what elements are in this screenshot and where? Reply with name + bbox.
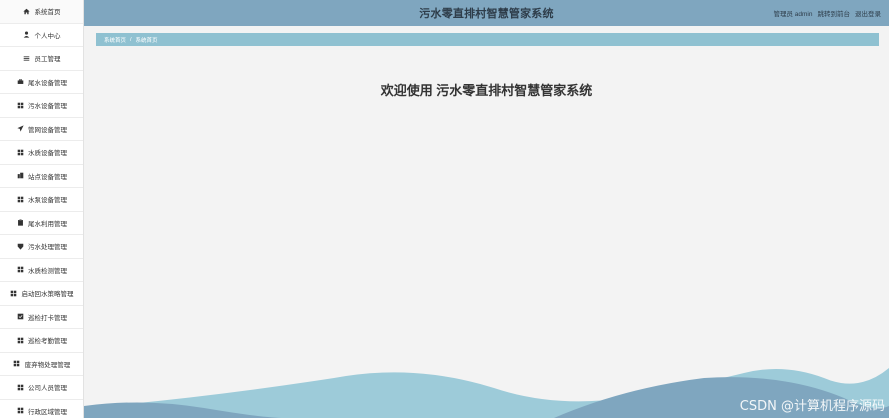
grid-icon bbox=[10, 289, 18, 297]
grid-icon bbox=[16, 101, 24, 109]
sidebar-item-pipe-device[interactable]: 管网设备管理 bbox=[0, 118, 83, 141]
sidebar-item-water-testing[interactable]: 水质检测管理 bbox=[0, 259, 83, 282]
sidebar-item-label: 启动回水策略管理 bbox=[21, 291, 74, 299]
sidebar-item-label: 水质检测管理 bbox=[28, 267, 67, 275]
grid-icon bbox=[16, 383, 24, 391]
sidebar-item-patrol-checkin[interactable]: 巡检打卡管理 bbox=[0, 306, 83, 329]
grid-icon bbox=[13, 360, 21, 368]
header-user-area: 管理员 admin 跳转到前台 退出登录 bbox=[773, 0, 881, 26]
clipboard-icon bbox=[16, 219, 24, 227]
briefcase-icon bbox=[16, 78, 24, 86]
logout-link[interactable]: 退出登录 bbox=[855, 8, 881, 18]
user-role-label: 管理员 admin bbox=[773, 11, 813, 18]
grid-icon bbox=[16, 407, 24, 415]
main-content: 系统首页 / 系统首页 欢迎使用 污水零直排村智慧管家系统 CSDN @计算机程… bbox=[84, 26, 889, 418]
user-icon bbox=[23, 31, 31, 39]
sidebar-item-label: 污水设备管理 bbox=[28, 103, 67, 111]
sidebar-item-return-water-strategy[interactable]: 启动回水策略管理 bbox=[0, 282, 83, 306]
sidebar-item-sewage-treatment[interactable]: 污水处理管理 bbox=[0, 235, 83, 259]
sidebar-item-label: 巡检考勤管理 bbox=[28, 338, 67, 346]
sidebar-item-label: 个人中心 bbox=[34, 32, 61, 40]
shield-icon bbox=[16, 242, 24, 250]
grid-icon bbox=[16, 148, 24, 156]
grid-icon bbox=[16, 336, 24, 344]
sidebar-item-patrol-attendance[interactable]: 巡检考勤管理 bbox=[0, 329, 83, 353]
building-icon bbox=[16, 172, 24, 180]
top-header: 污水零直排村智慧管家系统 管理员 admin 跳转到前台 退出登录 bbox=[84, 0, 889, 26]
grid-icon bbox=[16, 266, 24, 274]
sidebar-item-label: 员工管理 bbox=[34, 56, 61, 64]
frontend-link[interactable]: 跳转到前台 bbox=[818, 8, 851, 18]
breadcrumb-current: 系统首页 bbox=[135, 37, 158, 44]
breadcrumb: 系统首页 / 系统首页 bbox=[96, 33, 879, 46]
breadcrumb-separator: / bbox=[130, 36, 132, 43]
sidebar-item-home[interactable]: 系统首页 bbox=[0, 0, 83, 24]
sidebar-item-label: 污水处理管理 bbox=[28, 244, 67, 252]
sidebar-item-label: 巡检打卡管理 bbox=[28, 314, 67, 322]
sidebar-item-tailwater-use[interactable]: 尾水利用管理 bbox=[0, 212, 83, 235]
send-icon bbox=[16, 125, 24, 133]
breadcrumb-home[interactable]: 系统首页 bbox=[104, 36, 126, 44]
sidebar-item-label: 系统首页 bbox=[34, 9, 61, 17]
sidebar-item-label: 废弃物处理管理 bbox=[24, 361, 71, 369]
sidebar-item-station-device[interactable]: 站点设备管理 bbox=[0, 165, 83, 188]
sidebar-item-label: 站点设备管理 bbox=[28, 173, 67, 181]
sidebar-item-sewage-device[interactable]: 污水设备管理 bbox=[0, 94, 83, 118]
check-square-icon bbox=[16, 313, 24, 321]
sidebar-item-tailwater-device[interactable]: 尾水设备管理 bbox=[0, 71, 83, 94]
sidebar-item-label: 管网设备管理 bbox=[28, 126, 67, 134]
sidebar-item-label: 水泵设备管理 bbox=[28, 197, 67, 205]
sidebar-item-label: 尾水设备管理 bbox=[28, 79, 67, 87]
sidebar-item-water-quality-device[interactable]: 水质设备管理 bbox=[0, 141, 83, 165]
sidebar-item-staff[interactable]: 员工管理 bbox=[0, 47, 83, 71]
list-icon bbox=[23, 54, 31, 62]
sidebar-item-pump-device[interactable]: 水泵设备管理 bbox=[0, 188, 83, 212]
watermark-text: CSDN @计算机程序源码 bbox=[739, 399, 885, 414]
sidebar-item-profile[interactable]: 个人中心 bbox=[0, 24, 83, 47]
app-title: 污水零直排村智慧管家系统 bbox=[419, 8, 554, 20]
sidebar-item-label: 尾水利用管理 bbox=[28, 220, 67, 228]
sidebar-item-company-staff[interactable]: 公司人员管理 bbox=[0, 376, 83, 400]
grid-icon bbox=[16, 195, 24, 203]
sidebar-item-waste-treatment[interactable]: 废弃物处理管理 bbox=[0, 353, 83, 376]
sidebar-item-label: 公司人员管理 bbox=[28, 385, 67, 393]
sidebar-item-admin-region[interactable]: 行政区域管理 bbox=[0, 400, 83, 418]
welcome-heading: 欢迎使用 污水零直排村智慧管家系统 bbox=[380, 83, 593, 98]
sidebar-item-label: 行政区域管理 bbox=[28, 408, 67, 416]
home-icon bbox=[23, 7, 31, 15]
sidebar: 系统首页 个人中心 员工管理 尾水设备管理 污水设备管理 管网设备管理 水质设备… bbox=[0, 0, 84, 418]
sidebar-item-label: 水质设备管理 bbox=[28, 150, 67, 158]
